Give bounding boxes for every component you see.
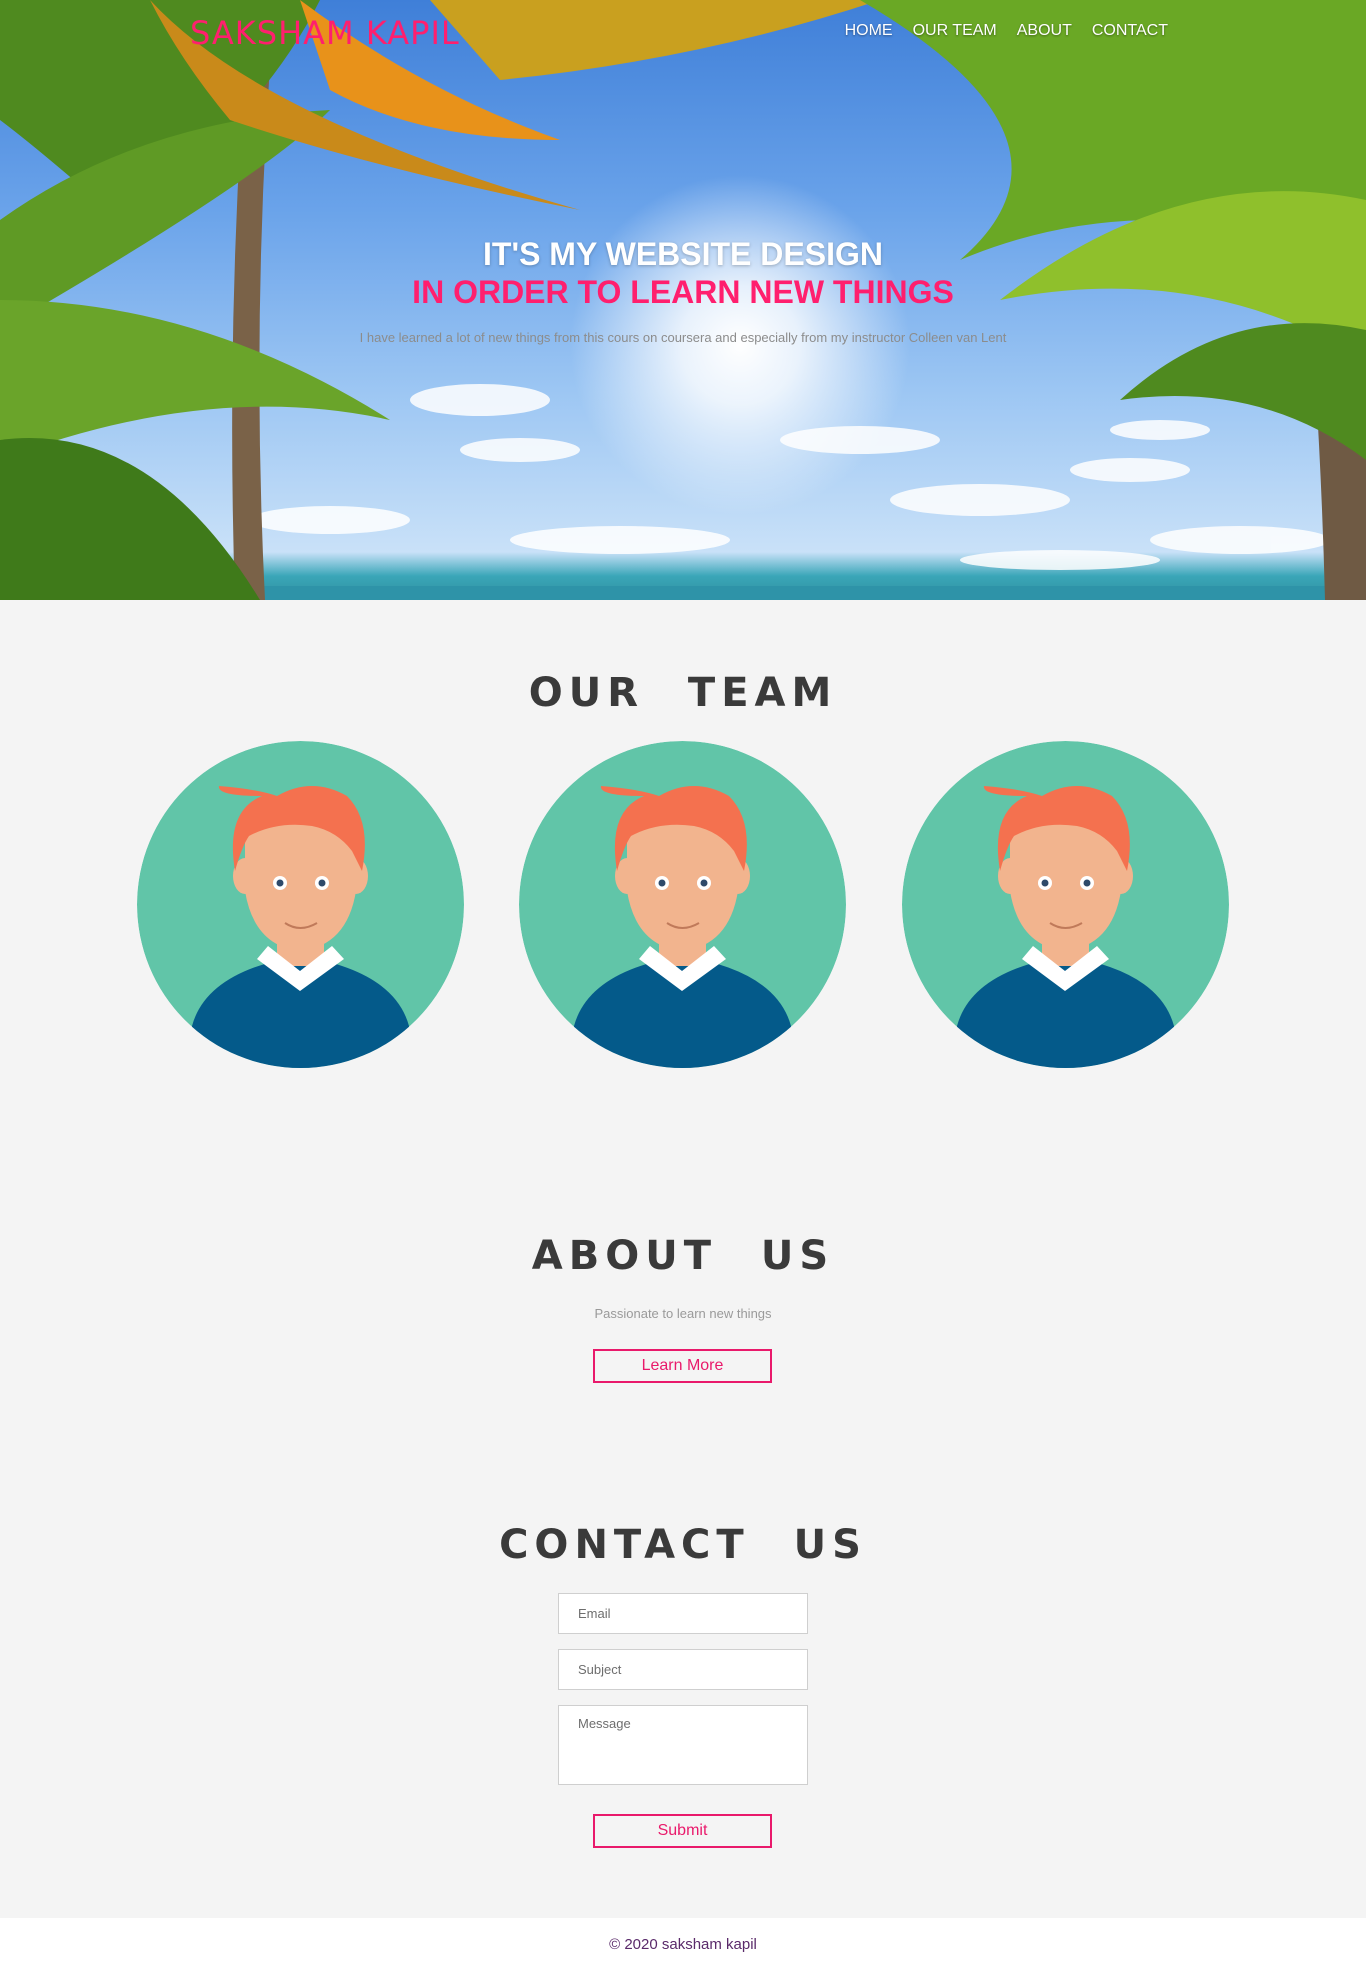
about-description: Passionate to learn new things [594, 1306, 772, 1321]
team-member-avatar [902, 741, 1229, 1068]
hero-banner: SAKSHAM KAPIL HOME OUR TEAM ABOUT CONTAC… [0, 0, 1366, 600]
hero-subtitle-heading: IN ORDER TO LEARN NEW THINGS [412, 274, 954, 310]
nav-contact[interactable]: CONTACT [1092, 22, 1168, 40]
copyright-text: © 2020 saksham kapil [609, 1936, 757, 1953]
about-section-title: ABOUT US [531, 1233, 835, 1279]
learn-more-button[interactable]: Learn More [593, 1349, 772, 1383]
contact-section-title: CONTACT US [499, 1522, 867, 1568]
main-nav: HOME OUR TEAM ABOUT CONTACT [845, 22, 1168, 40]
brand-logo[interactable]: SAKSHAM KAPIL [190, 14, 460, 52]
nav-our-team[interactable]: OUR TEAM [913, 22, 997, 40]
team-section-title: OUR TEAM [528, 670, 838, 716]
hero-description: I have learned a lot of new things from … [359, 330, 1007, 345]
team-member-avatar [519, 741, 846, 1068]
submit-button[interactable]: Submit [593, 1814, 772, 1848]
email-field[interactable] [558, 1593, 808, 1634]
nav-home[interactable]: HOME [845, 22, 893, 40]
hero-title: IT'S MY WEBSITE DESIGN [483, 236, 883, 272]
subject-field[interactable] [558, 1649, 808, 1690]
footer: © 2020 saksham kapil [0, 1918, 1366, 1976]
nav-about[interactable]: ABOUT [1017, 22, 1072, 40]
team-member-avatar [137, 741, 464, 1068]
message-field[interactable] [558, 1705, 808, 1785]
